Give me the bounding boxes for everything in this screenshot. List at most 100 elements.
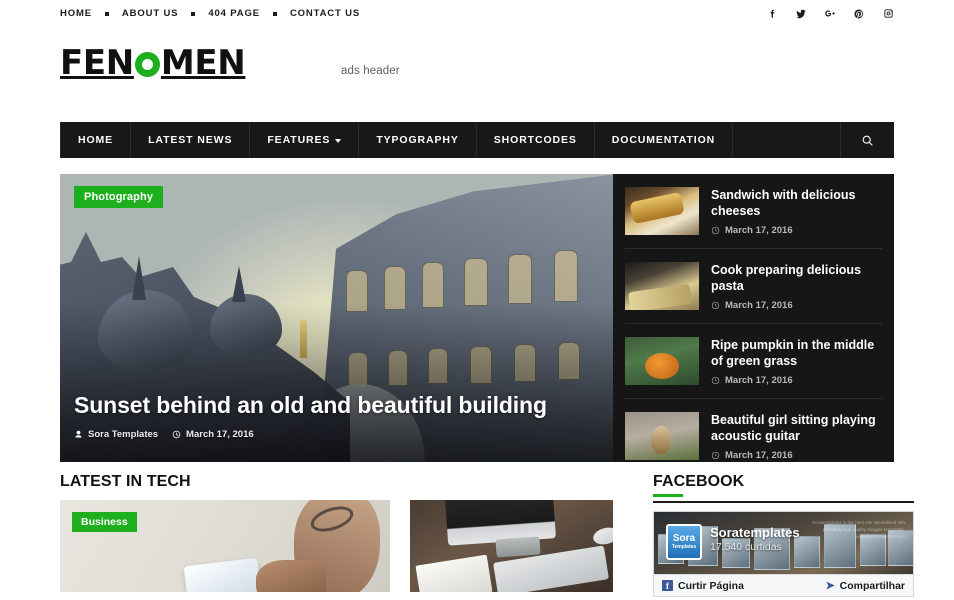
avatar-line-1: Sora <box>672 533 696 544</box>
hero-date-text: March 17, 2016 <box>186 429 254 440</box>
ads-header-label: ads header <box>341 65 400 77</box>
top-navigation: HOME ABOUT US 404 PAGE CONTACT US <box>60 8 360 19</box>
featured-side-date-text: March 17, 2016 <box>725 450 793 461</box>
facebook-heading-wrap: FACEBOOK <box>653 474 914 501</box>
search-icon <box>862 135 873 146</box>
share-icon: ➤ <box>825 580 835 592</box>
featured-side-date: March 17, 2016 <box>711 375 882 386</box>
latest-in-tech-grid: Business <box>60 500 613 592</box>
top-bar: HOME ABOUT US 404 PAGE CONTACT US <box>0 0 954 27</box>
latest-in-tech-heading: LATEST IN TECH <box>60 473 191 490</box>
top-nav-separator <box>191 11 196 16</box>
top-nav-separator <box>104 11 109 16</box>
logo-text-part1: FEN <box>60 43 134 83</box>
facebook-f-icon: f <box>662 580 673 591</box>
tech-card-2[interactable] <box>410 500 613 592</box>
user-icon <box>75 430 82 438</box>
top-nav-item-contact-us[interactable]: CONTACT US <box>290 8 360 19</box>
nav-item-typography[interactable]: TYPOGRAPHY <box>359 122 477 158</box>
facebook-page-avatar: Sora Templates <box>666 524 702 560</box>
featured-side-thumbnail <box>625 412 699 460</box>
twitter-icon[interactable] <box>795 8 807 20</box>
top-nav-item-404-page[interactable]: 404 PAGE <box>208 8 260 19</box>
social-links <box>766 8 894 20</box>
nav-item-shortcodes[interactable]: SHORTCODES <box>477 122 595 158</box>
clock-icon <box>711 226 720 235</box>
nav-item-label: TYPOGRAPHY <box>376 134 459 146</box>
featured-side-date-text: March 17, 2016 <box>725 300 793 311</box>
top-nav-separator <box>272 11 277 16</box>
facebook-heading-rule <box>653 501 914 503</box>
clock-icon <box>711 376 720 385</box>
featured-side-title: Beautiful girl sitting playing acoustic … <box>711 413 876 443</box>
nav-item-label: LATEST NEWS <box>148 134 233 146</box>
facebook-heading-accent <box>653 494 683 497</box>
featured-side-thumbnail <box>625 187 699 235</box>
clock-icon <box>172 430 181 439</box>
nav-item-label: DOCUMENTATION <box>611 134 716 146</box>
nav-item-home[interactable]: HOME <box>60 122 132 158</box>
nav-item-label: FEATURES <box>267 134 331 146</box>
nav-item-documentation[interactable]: DOCUMENTATION <box>595 122 734 158</box>
hero-meta: Sora Templates March 17, 2016 <box>74 429 254 440</box>
facebook-like-count: 17.540 curtidas <box>710 541 782 553</box>
google-plus-icon[interactable] <box>824 8 836 20</box>
featured-side-title: Sandwich with delicious cheeses <box>711 188 856 218</box>
instagram-icon[interactable] <box>882 8 894 20</box>
top-nav-item-home[interactable]: HOME <box>60 8 92 19</box>
facebook-heading: FACEBOOK <box>653 473 745 490</box>
main-navigation: HOME LATEST NEWS FEATURES TYPOGRAPHY SHORTCO… <box>60 122 894 158</box>
featured-side-list: Sandwich with delicious cheeses March 17,… <box>613 174 894 462</box>
facebook-like-button-label: Curtir Página <box>678 579 744 592</box>
featured-side-info: Cook preparing delicious pasta March 17, … <box>711 262 882 311</box>
clock-icon <box>711 451 720 460</box>
facebook-cover-description: Soratemplates is the best site specializ… <box>812 520 905 539</box>
avatar-line-2: Templates <box>671 544 697 550</box>
logo-text-part2: MEN <box>160 43 246 83</box>
featured-side-title: Cook preparing delicious pasta <box>711 263 862 293</box>
facebook-page-widget[interactable]: Soratemplates is the best site specializ… <box>653 511 914 597</box>
facebook-widget-column: FACEBOOK Soratemplates is the best site … <box>653 474 914 600</box>
featured-side-item[interactable]: Beautiful girl sitting playing acoustic … <box>625 399 882 473</box>
featured-side-thumbnail <box>625 262 699 310</box>
tech-card-1[interactable]: Business <box>60 500 390 592</box>
hero-category-badge[interactable]: Photography <box>74 186 164 208</box>
featured-side-item[interactable]: Sandwich with delicious cheeses March 17,… <box>625 174 882 249</box>
top-nav-item-about-us[interactable]: ABOUT US <box>122 8 178 19</box>
logo-row: FEN MEN ads header <box>0 27 954 99</box>
featured-side-item[interactable]: Ripe pumpkin in the middle of green gras… <box>625 324 882 399</box>
facebook-like-button[interactable]: f Curtir Página <box>662 580 744 592</box>
search-button[interactable] <box>840 122 894 158</box>
tech-card-2-image <box>410 500 613 592</box>
nav-item-latest-news[interactable]: LATEST NEWS <box>131 122 251 158</box>
tech-card-1-category-badge[interactable]: Business <box>72 512 137 532</box>
lower-section: LATEST IN TECH Business FACEBOOK Soratem… <box>60 474 914 600</box>
site-logo[interactable]: FEN MEN <box>60 43 246 83</box>
featured-side-info: Ripe pumpkin in the middle of green gras… <box>711 337 882 386</box>
chevron-down-icon <box>335 139 342 143</box>
hero-date: March 17, 2016 <box>172 429 254 440</box>
featured-side-date-text: March 17, 2016 <box>725 225 793 236</box>
page-root: HOME ABOUT US 404 PAGE CONTACT US FEN MEN ad… <box>0 0 954 600</box>
nav-item-features[interactable]: FEATURES <box>250 122 360 158</box>
featured-side-item[interactable]: Cook preparing delicious pasta March 17, … <box>625 249 882 324</box>
featured-side-info: Beautiful girl sitting playing acoustic … <box>711 412 882 461</box>
featured-side-title: Ripe pumpkin in the middle of green gras… <box>711 338 875 368</box>
facebook-share-button-label: Compartilhar <box>839 579 905 592</box>
nav-item-label: HOME <box>78 134 114 146</box>
facebook-page-name: Soratemplates <box>710 525 800 540</box>
latest-in-tech-column: LATEST IN TECH Business <box>60 474 613 600</box>
facebook-action-bar: f Curtir Página ➤ Compartilhar <box>654 574 913 596</box>
hero-title: Sunset behind an old and beautiful build… <box>74 392 547 419</box>
facebook-share-button[interactable]: ➤ Compartilhar <box>825 579 905 593</box>
featured-side-thumbnail <box>625 337 699 385</box>
featured-side-date-text: March 17, 2016 <box>725 375 793 386</box>
featured-side-date: March 17, 2016 <box>711 300 882 311</box>
featured-side-date: March 17, 2016 <box>711 450 882 461</box>
pinterest-icon[interactable] <box>853 8 865 20</box>
hero-featured-post[interactable]: Photography Sunset behind an old and bea… <box>60 174 613 462</box>
logo-green-ring-icon <box>134 51 160 77</box>
featured-side-date: March 17, 2016 <box>711 225 882 236</box>
facebook-icon[interactable] <box>766 8 778 20</box>
featured-area: Photography Sunset behind an old and bea… <box>60 174 894 462</box>
